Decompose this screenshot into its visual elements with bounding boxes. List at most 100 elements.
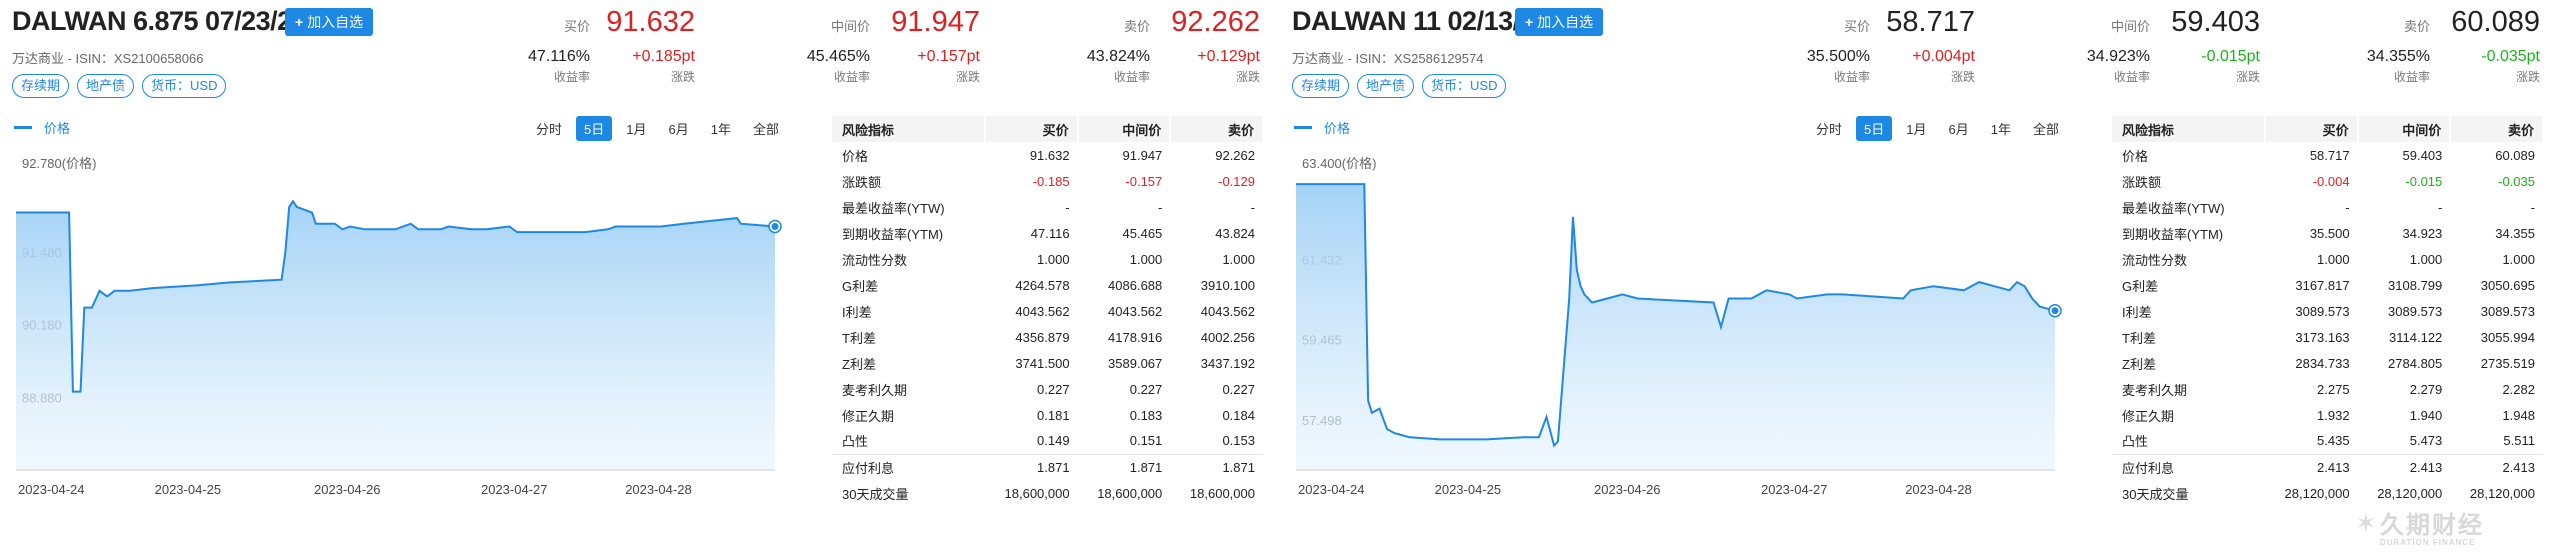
range-1m[interactable]: 1月 [1898,116,1934,141]
range-6m[interactable]: 6月 [1940,116,1976,141]
table-row: T利差 3173.163 3114.122 3055.994 [2112,324,2543,350]
metric-name: 到期收益率(YTM) [842,226,944,242]
metric-bid: 0.149 [1037,433,1070,449]
metric-mid: 1.871 [1077,453,1171,480]
metric-ask: 1.871 [1170,453,1263,480]
metric-mid: 0.227 [1129,381,1163,397]
range-all[interactable]: 全部 [745,116,787,141]
metric-ask: 2.282 [2502,381,2535,397]
metric-bid: 0.227 [1037,381,1070,397]
metric-mid: 3089.573 [2388,303,2443,319]
tag-list: 存续期 地产债 货币：USD [1292,74,1507,98]
metric-name: I利差 [842,304,872,320]
bid-change: +0.185pt [632,48,695,65]
risk-metrics-table: 风险指标 买价 中间价 卖价 价格 91.632 91.947 92.262 涨跌额 -0.185… [832,116,1264,506]
tag-currency[interactable]: 货币：USD [1422,74,1507,98]
metric-bid: - [1065,199,1070,215]
table-row: Z利差 3741.500 3589.067 3437.192 [832,350,1263,376]
range-6m[interactable]: 6月 [660,116,696,141]
legend-label: 价格 [1324,121,1351,136]
metric-name: 到期收益率(YTM) [2122,226,2224,242]
mid-price: 59.403 [2171,6,2260,38]
table-row: 凸性 0.149 0.151 0.153 [832,428,1263,454]
tag-sector[interactable]: 地产债 [1357,74,1415,98]
range-intraday[interactable]: 分时 [1808,116,1850,141]
mid-change: +0.157pt [917,48,980,65]
table-row: 凸性 5.435 5.473 5.511 [2112,428,2543,454]
table-row: 到期收益率(YTM) 35.500 34.923 34.355 [2112,220,2543,246]
metric-mid: 3589.067 [1108,355,1163,371]
x-tick-label: 2023-04-27 [481,482,548,497]
tag-status[interactable]: 存续期 [12,74,70,98]
tag-currency[interactable]: 货币：USD [142,74,227,98]
legend-line-icon [14,126,32,129]
range-5d[interactable]: 5日 [576,116,613,141]
range-1y[interactable]: 1年 [1983,116,2019,141]
add-watchlist-button[interactable]: + 加入自选 [1515,8,1604,36]
metric-ask: 4002.256 [1200,329,1255,345]
table-row: 到期收益率(YTM) 47.116 45.465 43.824 [832,220,1263,246]
add-watchlist-label: 加入自选 [1537,14,1594,30]
risk-metrics-table: 风险指标 买价 中间价 卖价 价格 58.717 59.403 60.089 涨跌额 -0.004… [2112,116,2544,506]
x-tick-label: 2023-04-25 [1435,482,1502,497]
bid-change: +0.004pt [1912,48,1975,65]
chart-legend[interactable]: 价格 [1294,118,1350,137]
x-tick-label: 2023-04-27 [1761,482,1828,497]
metric-name: 流动性分数 [842,252,908,268]
bond-panel-dalwan-2026: DALWAN 11 02/13/26 + 加入自选 万达商业 - ISIN：XS2… [1280,0,2560,552]
bond-title: DALWAN 11 02/13/26 [1292,6,1549,36]
metric-ask: 3089.573 [2480,303,2535,319]
metric-mid: 1.000 [1129,251,1163,267]
ask-yield-label: 收益率 [2393,70,2430,84]
range-selector: 分时 5日 1月 6月 1年 全部 [528,116,787,141]
table-header-row: 风险指标 买价 中间价 卖价 [2112,116,2544,142]
chart-legend[interactable]: 价格 [14,118,70,137]
metric-bid: 3173.163 [2295,329,2350,345]
bond-panel-dalwan-2023: DALWAN 6.875 07/23/23 + 加入自选 万达商业 - ISIN：… [0,0,1280,552]
table-row: 修正久期 1.932 1.940 1.948 [2112,402,2543,428]
range-1m[interactable]: 1月 [618,116,654,141]
range-1y[interactable]: 1年 [703,116,739,141]
metric-bid: 28,120,000 [2284,485,2350,501]
tag-sector[interactable]: 地产债 [77,74,135,98]
table-row: I利差 3089.573 3089.573 3089.573 [2112,298,2543,324]
metric-bid: 5.435 [2317,433,2350,449]
metric-mid: 91.947 [1122,147,1163,163]
price-chart[interactable]: 63.400(价格)61.43259.46557.4982023-04-2420… [1280,150,2080,510]
metric-bid: 3089.573 [2295,303,2350,319]
metric-bid: - [2345,199,2350,215]
metric-mid: -0.157 [1125,173,1163,189]
table-row: 流动性分数 1.000 1.000 1.000 [832,246,1263,272]
metric-mid: 34.923 [2402,225,2443,241]
metric-bid: 3741.500 [1015,355,1070,371]
tag-status[interactable]: 存续期 [1292,74,1350,98]
mid-change-label: 涨跌 [2235,70,2260,84]
mid-change: -0.015pt [2201,48,2260,65]
x-tick-label: 2023-04-24 [1298,482,1365,497]
metric-name: 修正久期 [2122,408,2175,424]
price-chart[interactable]: 92.780(价格)91.48090.18088.8802023-04-2420… [0,150,800,510]
range-5d[interactable]: 5日 [1856,116,1893,141]
mid-change-label: 涨跌 [955,70,980,84]
metric-ask: 28,120,000 [2469,485,2535,501]
metric-name: I利差 [2122,304,2152,320]
y-axis-max-label: 63.400(价格) [1302,156,1376,171]
metric-mid: 0.151 [1129,433,1163,449]
metric-bid: -0.004 [2312,173,2350,189]
x-tick-label: 2023-04-28 [625,482,692,497]
ask-change-label: 涨跌 [2515,70,2540,84]
bid-yield: 35.500% [1806,48,1870,65]
range-intraday[interactable]: 分时 [528,116,570,141]
table-row: 价格 58.717 59.403 60.089 [2112,142,2543,168]
column-header: 卖价 [2450,116,2544,142]
metric-ask: -0.129 [1218,173,1255,189]
metric-bid: 18,600,000 [1004,485,1070,501]
mid-label: 中间价 [2110,19,2150,34]
metric-name: 流动性分数 [2122,252,2188,268]
table-row: 30天成交量 18,600,000 18,600,000 18,600,000 [832,480,1263,506]
add-watchlist-button[interactable]: + 加入自选 [285,8,374,36]
metric-ask: 60.089 [2495,147,2535,163]
metric-name: Z利差 [2122,356,2156,372]
range-all[interactable]: 全部 [2025,116,2067,141]
metric-bid: -0.185 [1032,173,1070,189]
